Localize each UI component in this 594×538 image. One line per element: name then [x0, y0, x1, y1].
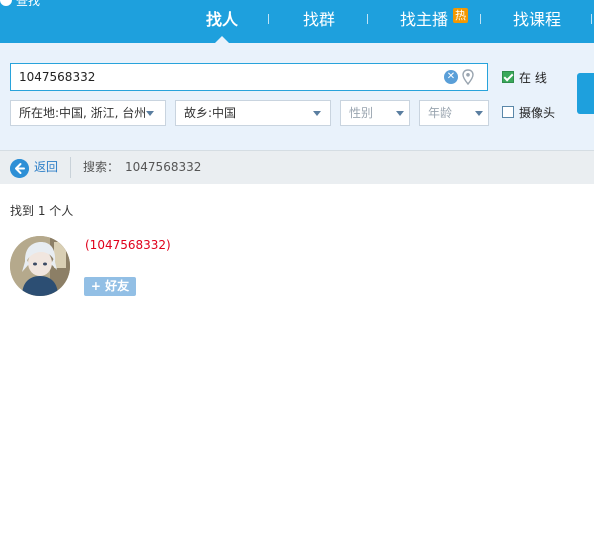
online-checkbox[interactable] — [502, 71, 514, 83]
tab-find-people[interactable]: 找人 — [206, 8, 238, 32]
search-panel: 1047568332 ✕ 在 线 摄像头 所在地:中国, 浙江, 台州 故乡:中… — [0, 43, 594, 150]
camera-label: 摄像头 — [519, 106, 556, 120]
search-summary-query: 1047568332 — [125, 160, 202, 174]
tab-divider — [268, 14, 269, 24]
age-dropdown-value: 年龄 — [428, 106, 453, 120]
chevron-down-icon — [146, 111, 154, 116]
location-pin-icon[interactable] — [461, 69, 475, 85]
chevron-down-icon — [396, 111, 404, 116]
age-dropdown[interactable]: 年龄 — [419, 100, 489, 126]
search-button[interactable] — [577, 73, 594, 114]
chevron-down-icon — [313, 111, 321, 116]
search-summary: 搜索： 1047568332 — [83, 151, 201, 184]
hot-badge: 热 — [453, 8, 468, 23]
avatar[interactable] — [10, 236, 70, 296]
breadcrumb-divider — [70, 157, 71, 178]
app-icon — [0, 0, 12, 6]
online-label: 在 线 — [519, 71, 547, 85]
tab-divider — [480, 14, 481, 24]
tab-find-groups[interactable]: 找群 — [303, 8, 335, 32]
top-tab-bar: 查找 找人 找群 找主播 热 找课程 — [0, 0, 594, 43]
hometown-dropdown-value: 故乡:中国 — [184, 106, 237, 120]
result-user-id[interactable]: (1047568332) — [85, 238, 171, 252]
back-arrow-icon[interactable] — [10, 159, 29, 178]
tab-divider — [591, 14, 592, 24]
breadcrumb: 返回 搜索： 1047568332 — [0, 150, 594, 184]
clear-icon[interactable]: ✕ — [444, 70, 458, 84]
camera-checkbox[interactable] — [502, 106, 514, 118]
user-avatar — [10, 236, 70, 296]
chevron-down-icon — [475, 111, 483, 116]
location-dropdown-value: 所在地:中国, 浙江, 台州 — [19, 106, 147, 120]
tab-divider — [367, 14, 368, 24]
hometown-dropdown[interactable]: 故乡:中国 — [175, 100, 331, 126]
search-input-value[interactable]: 1047568332 — [19, 64, 95, 90]
gender-dropdown-value: 性别 — [349, 106, 374, 120]
location-dropdown[interactable]: 所在地:中国, 浙江, 台州 — [10, 100, 166, 126]
search-summary-label: 搜索： — [83, 160, 120, 174]
active-tab-indicator — [215, 36, 229, 43]
back-button[interactable]: 返回 — [34, 151, 58, 184]
tab-find-streamers[interactable]: 找主播 — [400, 8, 448, 32]
tab-find-courses[interactable]: 找课程 — [513, 8, 561, 32]
gender-dropdown[interactable]: 性别 — [340, 100, 410, 126]
result-count: 找到 1 个人 — [10, 204, 74, 218]
add-friend-button[interactable]: + 好友 — [84, 277, 136, 296]
search-input[interactable]: 1047568332 ✕ — [10, 63, 488, 91]
window-title: 查找 — [16, 0, 41, 8]
